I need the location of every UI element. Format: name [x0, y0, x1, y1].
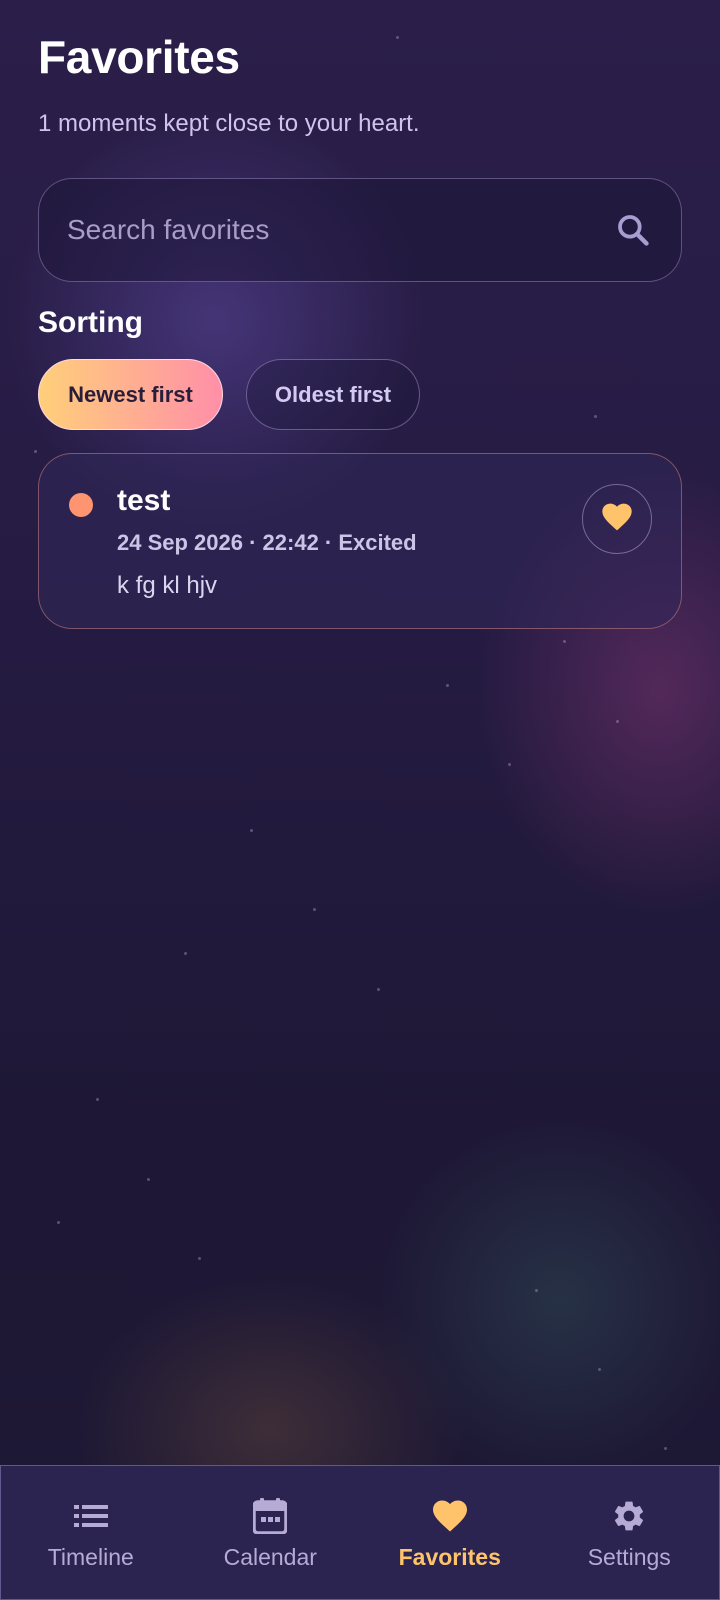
nav-label: Calendar [223, 1544, 317, 1570]
moment-body: k fg kl hjv [117, 572, 218, 599]
list-icon [71, 1496, 111, 1536]
background-star [594, 415, 597, 418]
nav-label: Timeline [47, 1544, 134, 1570]
background-star [147, 1178, 150, 1181]
sort-oldest-chip[interactable]: Oldest first [246, 359, 420, 430]
background-star [377, 988, 380, 991]
moment-meta: 24 Sep 2026 · 22:42 · Excited [117, 530, 417, 555]
sorting-label: Sorting [38, 306, 143, 339]
mood-dot [69, 493, 93, 517]
moment-title: test [117, 484, 171, 517]
moment-card[interactable]: test 24 Sep 2026 · 22:42 · Excited k fg … [38, 453, 682, 629]
background-star [563, 640, 566, 643]
background-star [57, 1221, 60, 1224]
page-title: Favorites [38, 31, 240, 83]
sort-newest-chip[interactable]: Newest first [38, 359, 223, 430]
heart-icon [601, 502, 633, 537]
nav-label: Favorites [398, 1544, 501, 1570]
search-bar[interactable] [38, 178, 682, 282]
background-star [664, 1447, 667, 1450]
background-star [96, 1098, 99, 1101]
page-subtitle: 1 moments kept close to your heart. [38, 110, 420, 137]
nav-timeline[interactable]: Timeline [1, 1466, 181, 1599]
background-star [184, 952, 187, 955]
nav-settings[interactable]: Settings [540, 1466, 720, 1599]
background-star [598, 1368, 601, 1371]
nav-label: Settings [587, 1544, 671, 1570]
background-star [250, 829, 253, 832]
background-star [508, 763, 511, 766]
bottom-navigation: Timeline Calendar Favorites Settings [0, 1465, 720, 1600]
nav-calendar[interactable]: Calendar [181, 1466, 361, 1599]
background-star [446, 684, 449, 687]
background-star [396, 36, 399, 39]
background-star [198, 1257, 201, 1260]
favorite-toggle-button[interactable] [582, 484, 652, 554]
search-input[interactable] [67, 214, 613, 246]
background-star [34, 450, 37, 453]
nav-favorites[interactable]: Favorites [360, 1466, 540, 1599]
background-star [535, 1289, 538, 1292]
background-star [313, 908, 316, 911]
gear-icon [609, 1496, 649, 1536]
background-star [616, 720, 619, 723]
heart-icon [430, 1496, 470, 1536]
calendar-icon [250, 1496, 290, 1536]
search-icon[interactable] [613, 210, 653, 250]
